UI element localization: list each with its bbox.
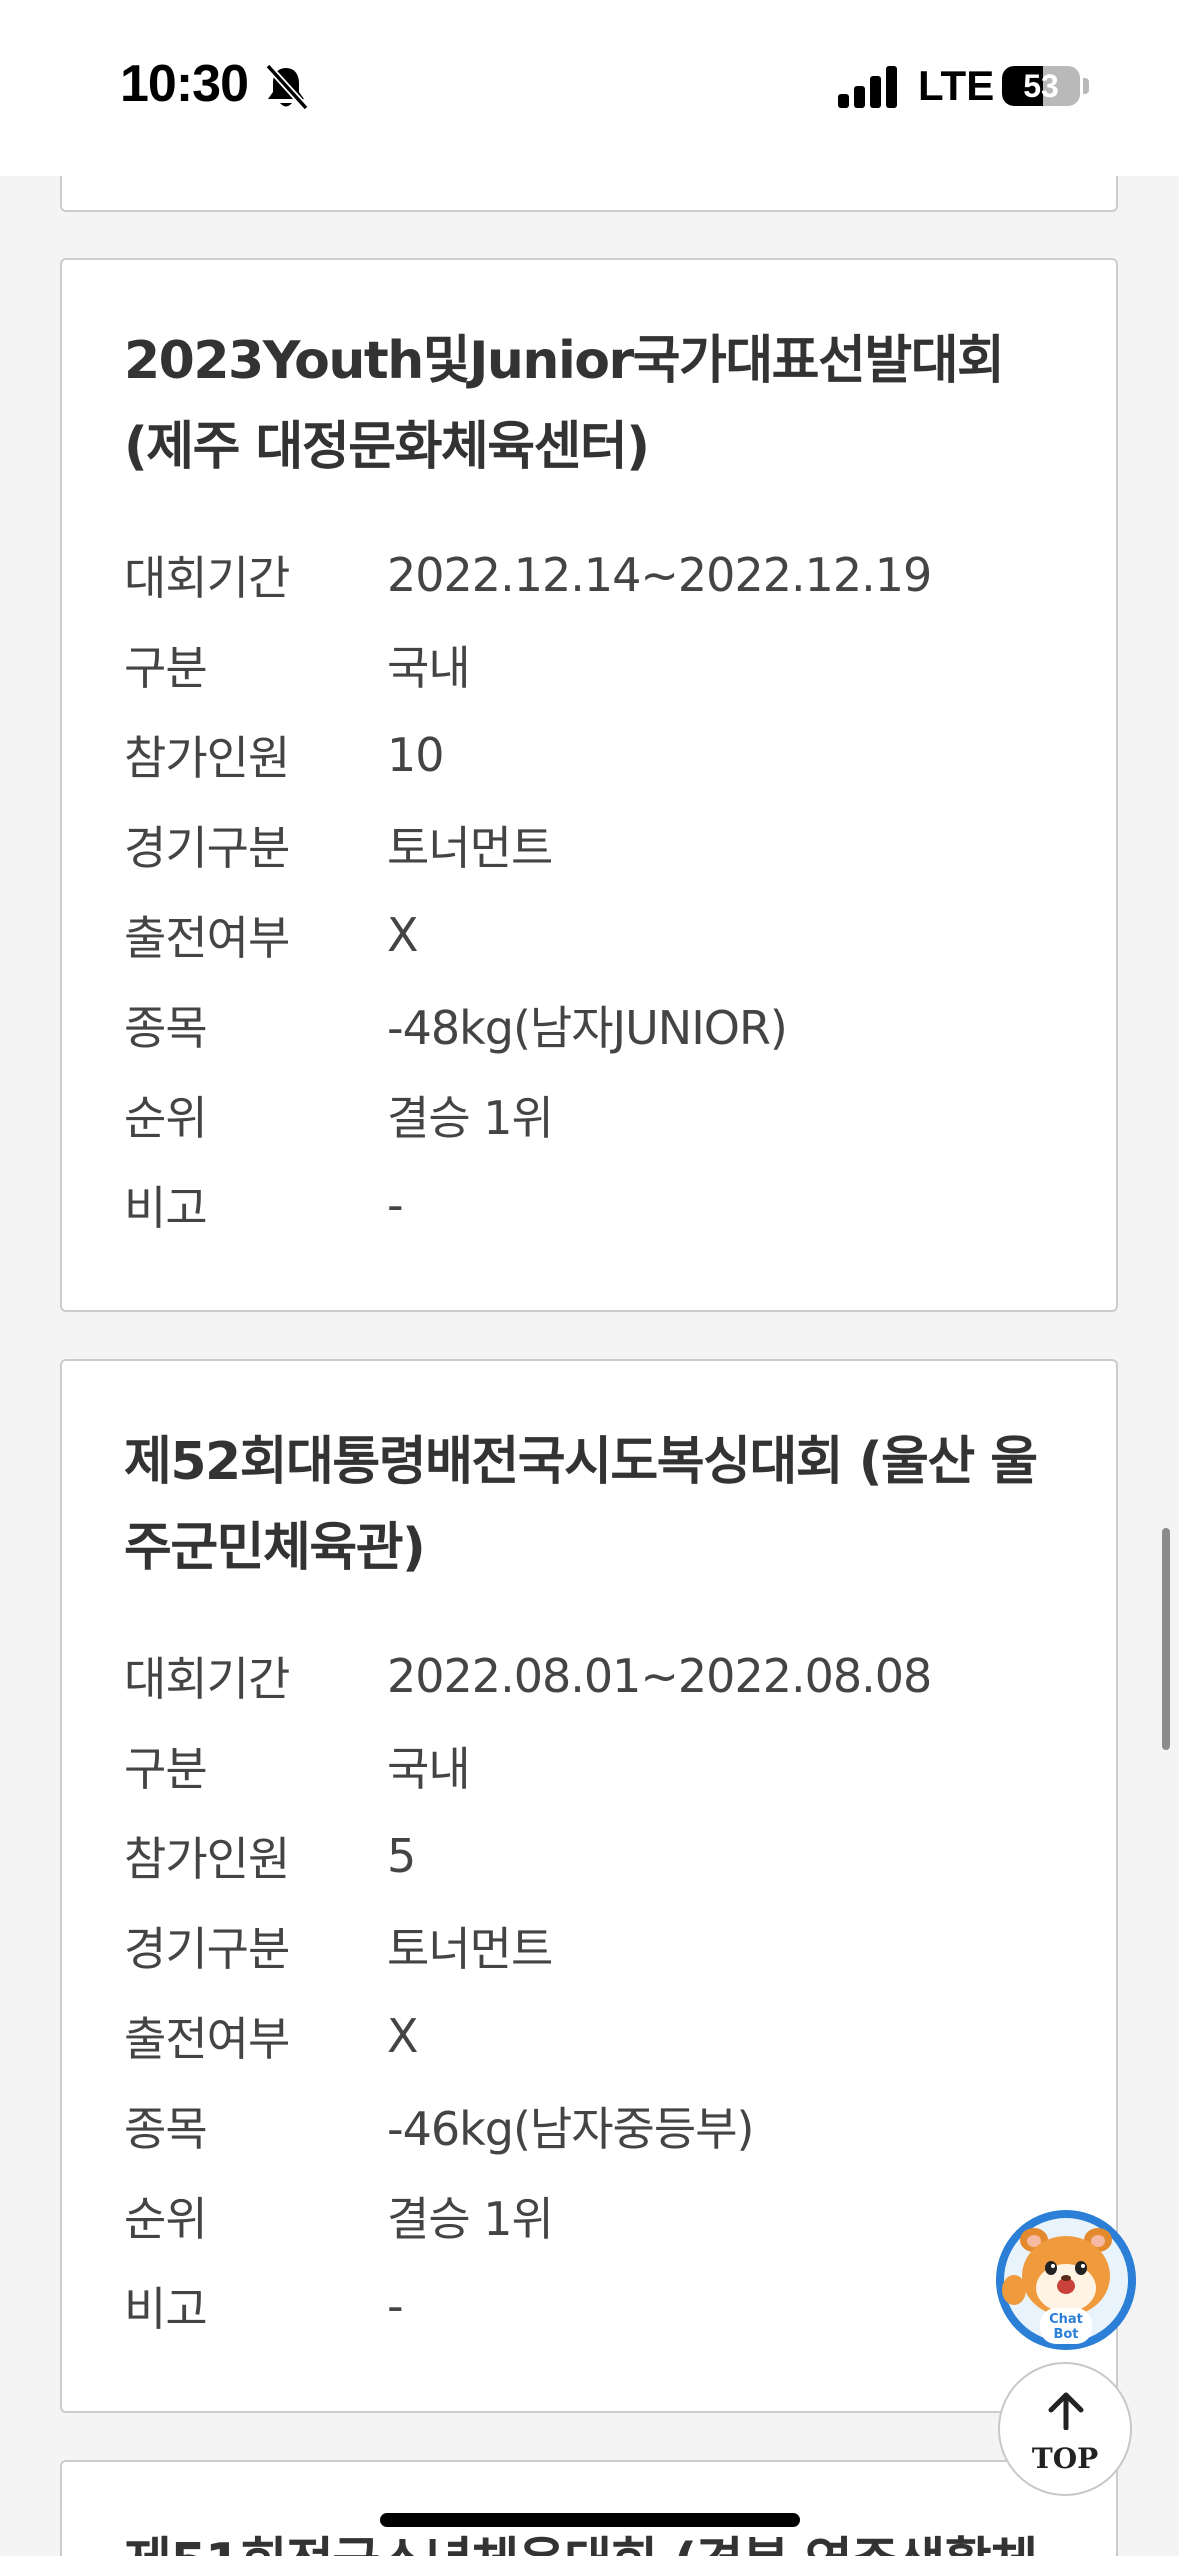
info-row-entry: 출전여부 X: [124, 890, 1076, 980]
info-label: 출전여부: [124, 2012, 290, 2066]
info-label: 경기구분: [124, 1922, 290, 1976]
info-value: 10: [387, 728, 445, 782]
info-label: 순위: [124, 2192, 208, 2246]
info-label: 종목: [124, 1001, 208, 1055]
scroll-to-top-button[interactable]: TOP: [998, 2362, 1132, 2496]
info-value: -: [387, 2279, 404, 2333]
status-bar: 10:30 LTE 53: [0, 0, 1179, 176]
svg-text:Bot: Bot: [1053, 2327, 1078, 2342]
competition-info-list: 대회기간 2022.12.14~2022.12.19 구분 국내 참가인원 10…: [124, 530, 1076, 1250]
info-value: 토너먼트: [387, 821, 553, 875]
battery-level: 53: [1023, 68, 1059, 104]
info-value: X: [387, 908, 419, 962]
competition-title: 제52회대통령배전국시도복싱대회 (울산 울주군민체육관): [124, 1432, 1038, 1578]
info-label: 대회기간: [124, 551, 290, 605]
info-value: 5: [387, 1829, 416, 1883]
info-value: -: [387, 1178, 404, 1232]
competition-card: 2023Youth및Junior국가대표선발대회 (제주 대정문화체육센터) 대…: [60, 258, 1118, 1312]
info-row-category: 구분 국내: [124, 1721, 1076, 1811]
info-label: 구분: [124, 641, 208, 695]
info-label: 참가인원: [124, 731, 290, 785]
top-button-label: TOP: [1031, 2442, 1099, 2475]
info-value: 국내: [387, 641, 471, 695]
info-label: 참가인원: [124, 1832, 290, 1886]
info-label: 순위: [124, 1091, 208, 1145]
competition-card: 제51회전국소년체육대회 (경북 영주생활체: [60, 2460, 1118, 2556]
info-value: 2022.08.01~2022.08.08: [387, 1649, 932, 1703]
home-indicator[interactable]: [380, 2513, 800, 2527]
info-label: 비고: [124, 2282, 208, 2336]
info-label: 경기구분: [124, 821, 290, 875]
info-row-entry: 출전여부 X: [124, 1991, 1076, 2081]
competition-info-list: 대회기간 2022.08.01~2022.08.08 구분 국내 참가인원 5 …: [124, 1631, 1076, 2351]
network-label: LTE: [918, 62, 995, 109]
chatbot-button[interactable]: Chat Bot: [996, 2210, 1136, 2350]
signal-icon: [838, 66, 897, 108]
content-area: 2023Youth및Junior국가대표선발대회 (제주 대정문화체육센터) 대…: [0, 0, 1179, 2556]
info-row-rank: 순위 결승 1위: [124, 2171, 1076, 2261]
scroll-indicator[interactable]: [1162, 1528, 1170, 1750]
info-row-note: 비고 -: [124, 2261, 1076, 2351]
battery-icon: 53: [1002, 66, 1080, 106]
info-value: 결승 1위: [387, 1091, 554, 1145]
info-row-event: 종목 -46kg(남자중등부): [124, 2081, 1076, 2171]
info-label: 비고: [124, 1181, 208, 1235]
info-label: 출전여부: [124, 911, 290, 965]
info-value: X: [387, 2009, 419, 2063]
info-row-match-type: 경기구분 토너먼트: [124, 1901, 1076, 1991]
info-row-participants: 참가인원 10: [124, 710, 1076, 800]
info-label: 구분: [124, 1742, 208, 1796]
status-time: 10:30: [120, 55, 249, 113]
info-value: 결승 1위: [387, 2192, 554, 2246]
info-row-match-type: 경기구분 토너먼트: [124, 800, 1076, 890]
info-label: 대회기간: [124, 1652, 290, 1706]
info-row-period: 대회기간 2022.12.14~2022.12.19: [124, 530, 1076, 620]
info-row-participants: 참가인원 5: [124, 1811, 1076, 1901]
hamster-mascot-icon: Chat Bot: [996, 2210, 1136, 2350]
info-value: 국내: [387, 1742, 471, 1796]
bell-slash-icon: [265, 63, 309, 111]
arrow-up-icon: [1048, 2392, 1084, 2430]
info-row-event: 종목 -48kg(남자JUNIOR): [124, 980, 1076, 1070]
info-value: -46kg(남자중등부): [387, 2102, 754, 2156]
info-value: 토너먼트: [387, 1922, 553, 1976]
info-row-category: 구분 국내: [124, 620, 1076, 710]
info-label: 종목: [124, 2102, 208, 2156]
battery-cap: [1083, 78, 1089, 94]
competition-card: 제52회대통령배전국시도복싱대회 (울산 울주군민체육관) 대회기간 2022.…: [60, 1359, 1118, 2413]
info-value: 2022.12.14~2022.12.19: [387, 548, 932, 602]
info-row-rank: 순위 결승 1위: [124, 1070, 1076, 1160]
competition-title: 2023Youth및Junior국가대표선발대회 (제주 대정문화체육센터): [124, 331, 1005, 477]
svg-text:Chat: Chat: [1049, 2312, 1083, 2327]
info-row-note: 비고 -: [124, 1160, 1076, 1250]
info-row-period: 대회기간 2022.08.01~2022.08.08: [124, 1631, 1076, 1721]
info-value: -48kg(남자JUNIOR): [387, 1001, 788, 1055]
